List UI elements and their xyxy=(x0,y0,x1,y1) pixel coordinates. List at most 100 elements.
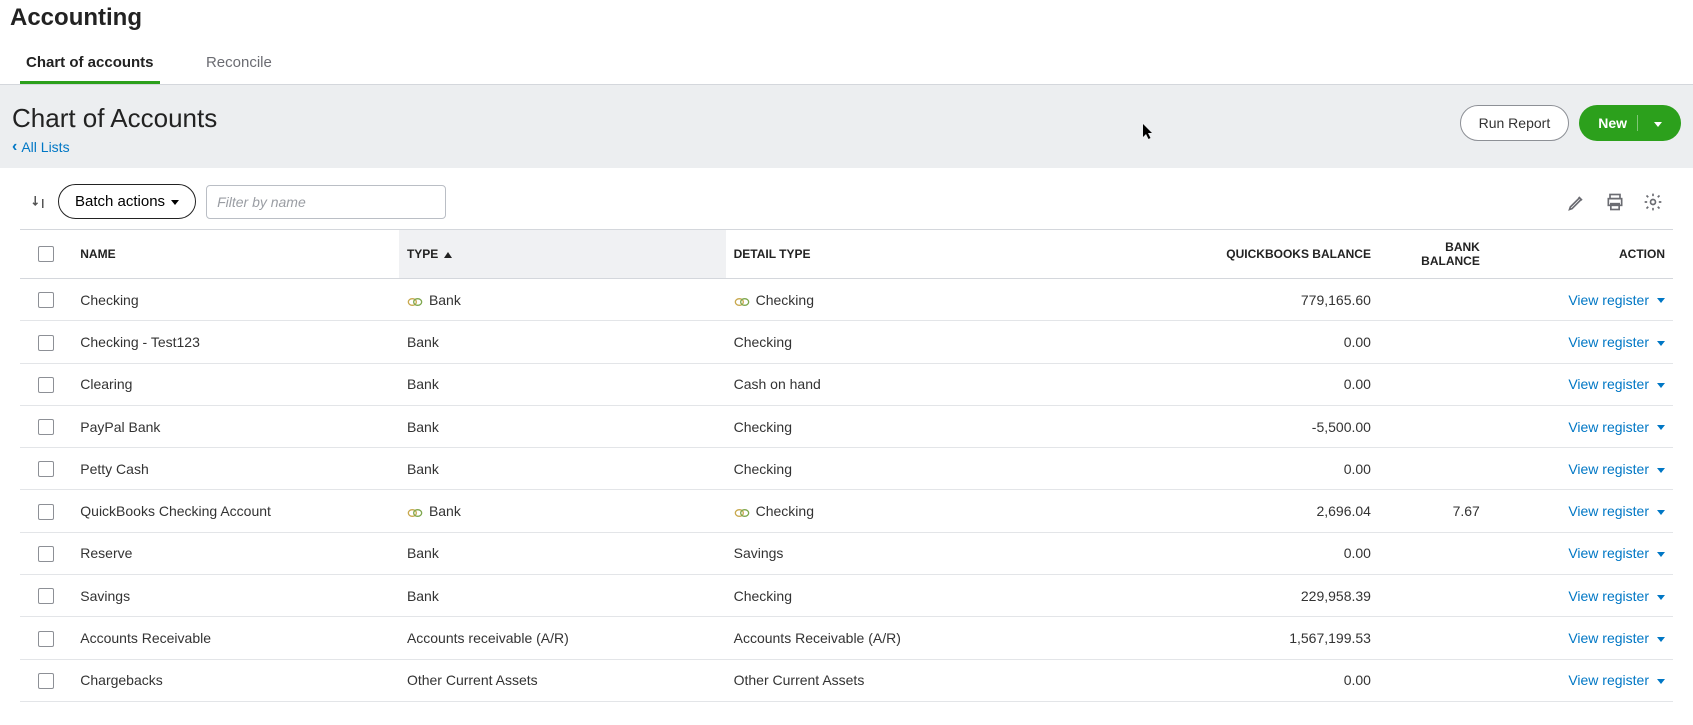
chevron-down-icon xyxy=(1637,115,1662,131)
cell-name: Checking - Test123 xyxy=(72,321,399,363)
cell-qb-balance: 0.00 xyxy=(1052,659,1379,701)
row-checkbox[interactable] xyxy=(38,673,54,689)
row-checkbox[interactable] xyxy=(38,377,54,393)
view-register-action[interactable]: View register xyxy=(1568,545,1665,561)
cell-name: Accounts Receivable xyxy=(72,617,399,659)
row-checkbox[interactable] xyxy=(38,292,54,308)
cell-type: Bank xyxy=(399,321,726,363)
link-icon xyxy=(407,506,423,518)
cell-bank-balance xyxy=(1379,617,1488,659)
cell-qb-balance: 229,958.39 xyxy=(1052,575,1379,617)
cell-name: PayPal Bank xyxy=(72,405,399,447)
row-checkbox[interactable] xyxy=(38,335,54,351)
row-checkbox[interactable] xyxy=(38,419,54,435)
cell-type: Other Current Assets xyxy=(399,659,726,701)
row-checkbox[interactable] xyxy=(38,504,54,520)
cell-type: Bank xyxy=(399,363,726,405)
table-row: ClearingBankCash on hand0.00 View registe… xyxy=(20,363,1673,405)
new-button-label: New xyxy=(1598,115,1627,131)
col-header-type[interactable]: TYPE xyxy=(399,230,726,279)
cell-name: Checking xyxy=(72,279,399,321)
select-all-checkbox[interactable] xyxy=(38,246,54,262)
collapse-swap-icon[interactable] xyxy=(30,193,48,211)
row-checkbox[interactable] xyxy=(38,546,54,562)
chevron-down-icon xyxy=(1649,672,1665,688)
cell-detail-type: Cash on hand xyxy=(726,363,1053,405)
view-register-action[interactable]: View register xyxy=(1568,419,1665,435)
print-icon[interactable] xyxy=(1605,192,1625,212)
new-button[interactable]: New xyxy=(1579,105,1681,141)
cell-detail-type: Accounts Receivable (A/R) xyxy=(726,617,1053,659)
link-icon xyxy=(734,295,750,307)
cell-qb-balance: 0.00 xyxy=(1052,532,1379,574)
cell-detail-type: Checking xyxy=(726,279,1053,321)
col-header-qb-balance[interactable]: QUICKBOOKS BALANCE xyxy=(1052,230,1379,279)
accounts-table: NAME TYPE DETAIL TYPE QUICKBOOKS BALANCE… xyxy=(20,229,1673,702)
chevron-down-icon xyxy=(1649,419,1665,435)
view-register-action[interactable]: View register xyxy=(1568,503,1665,519)
table-row: Checking - Test123BankChecking0.00 View r… xyxy=(20,321,1673,363)
table-toolbar: Batch actions xyxy=(0,168,1693,229)
cell-type: Bank xyxy=(399,279,726,321)
cell-type: Bank xyxy=(399,490,726,532)
cell-qb-balance: -5,500.00 xyxy=(1052,405,1379,447)
view-register-action[interactable]: View register xyxy=(1568,588,1665,604)
gear-icon[interactable] xyxy=(1643,192,1663,212)
cell-bank-balance xyxy=(1379,279,1488,321)
cell-bank-balance: 7.67 xyxy=(1379,490,1488,532)
tab-chart-of-accounts[interactable]: Chart of accounts xyxy=(20,42,160,84)
cell-detail-type: Other Current Assets xyxy=(726,659,1053,701)
cell-bank-balance xyxy=(1379,532,1488,574)
cell-type: Accounts receivable (A/R) xyxy=(399,617,726,659)
col-header-detail-type[interactable]: DETAIL TYPE xyxy=(726,230,1053,279)
row-checkbox[interactable] xyxy=(38,631,54,647)
view-register-action[interactable]: View register xyxy=(1568,292,1665,308)
cell-bank-balance xyxy=(1379,321,1488,363)
cell-bank-balance xyxy=(1379,575,1488,617)
chevron-down-icon xyxy=(1649,334,1665,350)
row-checkbox[interactable] xyxy=(38,461,54,477)
cell-type: Bank xyxy=(399,532,726,574)
cell-qb-balance: 0.00 xyxy=(1052,321,1379,363)
view-register-action[interactable]: View register xyxy=(1568,334,1665,350)
chevron-down-icon xyxy=(1649,588,1665,604)
cell-detail-type: Checking xyxy=(726,321,1053,363)
back-all-lists-link[interactable]: All Lists xyxy=(12,138,70,156)
cell-name: Chargebacks xyxy=(72,659,399,701)
cell-bank-balance xyxy=(1379,405,1488,447)
link-icon xyxy=(734,506,750,518)
view-register-action[interactable]: View register xyxy=(1568,630,1665,646)
cell-bank-balance xyxy=(1379,448,1488,490)
cell-name: QuickBooks Checking Account xyxy=(72,490,399,532)
chevron-down-icon xyxy=(1649,503,1665,519)
subheader: Chart of Accounts All Lists Run Report N… xyxy=(0,85,1693,168)
cell-name: Savings xyxy=(72,575,399,617)
table-row: ReserveBankSavings0.00View register xyxy=(20,532,1673,574)
cell-detail-type: Checking xyxy=(726,575,1053,617)
view-register-action[interactable]: View register xyxy=(1568,672,1665,688)
link-icon xyxy=(407,295,423,307)
cell-name: Clearing xyxy=(72,363,399,405)
batch-actions-button[interactable]: Batch actions xyxy=(58,184,196,219)
filter-by-name-input[interactable] xyxy=(206,185,446,219)
page-title: Chart of Accounts xyxy=(12,103,217,134)
cell-name: Petty Cash xyxy=(72,448,399,490)
col-header-action: ACTION xyxy=(1488,230,1673,279)
pencil-icon[interactable] xyxy=(1567,192,1587,212)
col-header-bank-balance[interactable]: BANK BALANCE xyxy=(1379,230,1488,279)
cell-bank-balance xyxy=(1379,659,1488,701)
col-header-name[interactable]: NAME xyxy=(72,230,399,279)
chevron-down-icon xyxy=(165,193,179,210)
cell-type: Bank xyxy=(399,448,726,490)
cell-detail-type: Checking xyxy=(726,405,1053,447)
view-register-action[interactable]: View register xyxy=(1568,461,1665,477)
cell-type: Bank xyxy=(399,405,726,447)
row-checkbox[interactable] xyxy=(38,588,54,604)
cell-qb-balance: 0.00 xyxy=(1052,363,1379,405)
run-report-button[interactable]: Run Report xyxy=(1460,105,1570,141)
table-row: Accounts ReceivableAccounts receivable (… xyxy=(20,617,1673,659)
cell-detail-type: Checking xyxy=(726,448,1053,490)
tab-reconcile[interactable]: Reconcile xyxy=(200,42,278,84)
cell-detail-type: Checking xyxy=(726,490,1053,532)
view-register-action[interactable]: View register xyxy=(1568,376,1665,392)
